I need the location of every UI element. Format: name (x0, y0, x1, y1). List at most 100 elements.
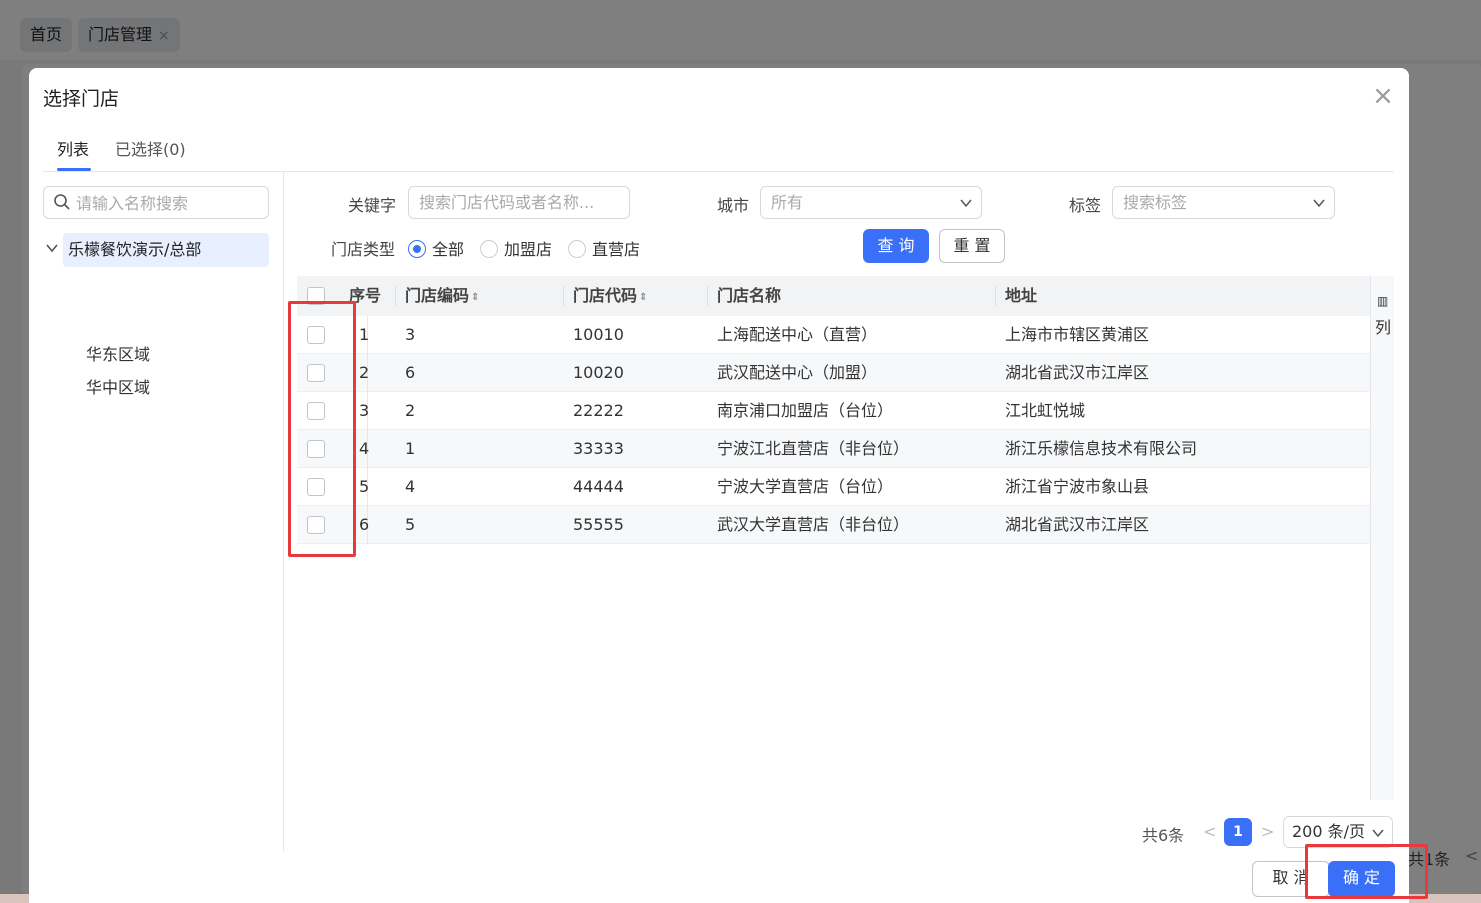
cell-store-number: 4 (405, 477, 416, 496)
reset-button[interactable]: 重 置 (939, 229, 1005, 263)
modal-title: 选择门店 (43, 88, 120, 110)
select-store-modal: 选择门店 × 列表 已选择(0) 乐檬餐饮演示/总部 华东区域 华中区域 关键字… (29, 68, 1409, 903)
tree-search-box[interactable] (43, 186, 269, 219)
cell-store-name: 南京浦口加盟店（台位） (717, 401, 894, 420)
city-select-value: 所有 (771, 193, 804, 212)
column-header-store-name: 门店名称 (717, 286, 782, 305)
radio-dot (408, 240, 426, 258)
chevron-down-icon[interactable] (45, 241, 59, 255)
tag-select-placeholder: 搜索标签 (1123, 193, 1188, 212)
row-checkbox[interactable] (307, 478, 325, 496)
sort-icon[interactable]: ⇕ (471, 293, 479, 303)
cell-store-name: 武汉大学直营店（非台位） (717, 515, 910, 534)
column-divider (995, 286, 996, 306)
cell-store-code: 33333 (573, 439, 624, 458)
modal-tabs: 列表 已选择(0) (43, 130, 1394, 172)
tree-search-input[interactable] (76, 191, 264, 215)
column-divider (707, 286, 708, 306)
cell-store-number: 3 (405, 325, 416, 344)
cell-store-number: 5 (405, 515, 416, 534)
active-tab-indicator (57, 168, 91, 171)
column-divider (395, 286, 396, 306)
store-type-label: 门店类型 (331, 240, 396, 259)
row-checkbox[interactable] (307, 516, 325, 534)
pagination-next-icon[interactable]: > (1261, 822, 1274, 841)
chevron-down-icon (960, 199, 972, 208)
row-checkbox[interactable] (307, 440, 325, 458)
cell-index: 1 (359, 325, 370, 344)
cell-index: 3 (359, 401, 370, 420)
search-icon (54, 194, 70, 210)
cell-index: 6 (359, 515, 370, 534)
cell-address: 浙江省宁波市象山县 (1005, 477, 1150, 496)
pagination-prev-icon[interactable]: < (1203, 822, 1216, 841)
column-header-index: 序号 (349, 286, 382, 305)
cell-address: 浙江乐檬信息技术有限公司 (1005, 439, 1198, 458)
cell-store-name: 宁波江北直营店（非台位） (717, 439, 910, 458)
tree-node-east[interactable]: 华东区域 (86, 341, 150, 365)
tab-list[interactable]: 列表 (57, 136, 89, 160)
columns-icon: ▥ (1377, 294, 1389, 308)
store-tree-panel: 乐檬餐饮演示/总部 华东区域 华中区域 (29, 172, 284, 852)
tree-node-root[interactable]: 乐檬餐饮演示/总部 (43, 233, 269, 267)
query-button[interactable]: 查 询 (863, 229, 929, 263)
column-settings-label: 列 (1375, 318, 1392, 337)
table-row[interactable]: 4 1 33333 宁波江北直营店（非台位） 浙江乐檬信息技术有限公司 (297, 430, 1370, 468)
store-type-radio-all[interactable]: 全部 (408, 236, 464, 260)
table-row[interactable]: 1 3 10010 上海配送中心（直营） 上海市市辖区黄浦区 (297, 316, 1370, 354)
cell-address: 湖北省武汉市江岸区 (1005, 515, 1150, 534)
close-icon[interactable]: × (1371, 83, 1395, 109)
cell-store-code: 44444 (573, 477, 624, 496)
table-row[interactable]: 3 2 22222 南京浦口加盟店（台位） 江北虹悦城 (297, 392, 1370, 430)
pagination-page-1[interactable]: 1 (1224, 818, 1252, 846)
cell-store-name: 宁波大学直营店（台位） (717, 477, 894, 496)
cell-address: 江北虹悦城 (1005, 401, 1086, 420)
column-settings-button[interactable]: ▥ 列 (1370, 276, 1394, 800)
tag-select[interactable]: 搜索标签 (1112, 186, 1335, 219)
keyword-input[interactable]: 搜索门店代码或者名称... (408, 186, 630, 219)
row-checkbox[interactable] (307, 326, 325, 344)
cell-store-number: 1 (405, 439, 416, 458)
table-header: 序号 门店编码 ⇕ 门店代码 ⇕ 门店名称 地址 (297, 276, 1370, 316)
tag-label: 标签 (1069, 196, 1102, 215)
tab-selected[interactable]: 已选择(0) (115, 136, 186, 160)
cell-store-number: 2 (405, 401, 416, 420)
column-divider (563, 286, 564, 306)
page-size-select[interactable]: 200 条/页 (1283, 816, 1393, 848)
city-label: 城市 (717, 196, 750, 215)
cell-store-code: 22222 (573, 401, 624, 420)
cancel-button[interactable]: 取 消 (1252, 861, 1330, 897)
column-header-store-number[interactable]: 门店编码 ⇕ (405, 276, 479, 316)
store-table: 序号 门店编码 ⇕ 门店代码 ⇕ 门店名称 地址 1 3 10010 上海配送中心（… (297, 276, 1370, 800)
store-type-radio-franchise[interactable]: 加盟店 (480, 236, 552, 260)
cell-index: 5 (359, 477, 370, 496)
page-size-value: 200 条/页 (1292, 822, 1366, 841)
column-header-store-code[interactable]: 门店代码 ⇕ (573, 276, 647, 316)
cell-address: 湖北省武汉市江岸区 (1005, 363, 1150, 382)
store-type-radio-direct[interactable]: 直营店 (568, 236, 640, 260)
cell-store-code: 55555 (573, 515, 624, 534)
tree-node-root-label[interactable]: 乐檬餐饮演示/总部 (63, 233, 269, 267)
row-checkbox[interactable] (307, 364, 325, 382)
sort-icon[interactable]: ⇕ (639, 293, 647, 303)
select-all-checkbox[interactable] (307, 287, 325, 305)
chevron-down-icon (1372, 829, 1384, 838)
cell-index: 4 (359, 439, 370, 458)
table-row[interactable]: 5 4 44444 宁波大学直营店（台位） 浙江省宁波市象山县 (297, 468, 1370, 506)
row-checkbox[interactable] (307, 402, 325, 420)
cell-store-code: 10020 (573, 363, 624, 382)
radio-dot (480, 240, 498, 258)
table-row[interactable]: 6 5 55555 武汉大学直营店（非台位） 湖北省武汉市江岸区 (297, 506, 1370, 544)
cell-store-name: 武汉配送中心（加盟） (717, 363, 878, 382)
confirm-button[interactable]: 确 定 (1328, 861, 1395, 897)
cell-index: 2 (359, 363, 370, 382)
chevron-down-icon (1313, 199, 1325, 208)
cell-store-name: 上海配送中心（直营） (717, 325, 878, 344)
tree-node-central[interactable]: 华中区域 (86, 374, 150, 398)
pagination-total: 共6条 (1142, 826, 1185, 845)
table-row[interactable]: 2 6 10020 武汉配送中心（加盟） 湖北省武汉市江岸区 (297, 354, 1370, 392)
cell-store-code: 10010 (573, 325, 624, 344)
city-select[interactable]: 所有 (760, 186, 982, 219)
cell-address: 上海市市辖区黄浦区 (1005, 325, 1150, 344)
column-header-address: 地址 (1005, 286, 1038, 305)
